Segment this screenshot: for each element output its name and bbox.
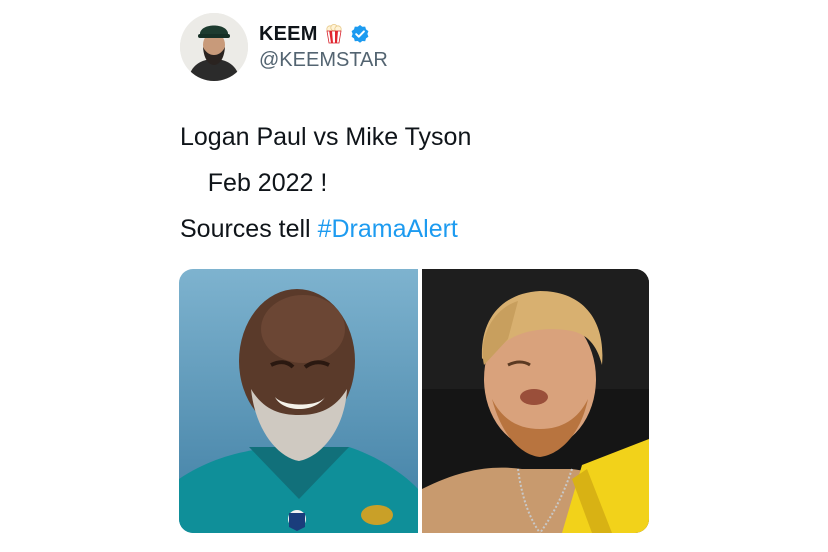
tweet-text: Logan Paul vs Mike Tyson Feb 2022 ! Sour…: [180, 114, 471, 252]
tweet-line-2: Feb 2022 !: [180, 169, 328, 197]
tweet-line-3: Sources tell #DramaAlert: [180, 206, 471, 252]
hashtag-link[interactable]: #DramaAlert: [318, 215, 458, 243]
tweet-line-3-text: Sources tell: [180, 215, 318, 243]
media-image-1[interactable]: [179, 269, 418, 533]
media-grid: [179, 269, 649, 533]
blond-fighter-photo: [422, 269, 649, 533]
author-avatar[interactable]: [180, 13, 248, 81]
author-name-row[interactable]: KEEM: [259, 20, 370, 48]
author-name[interactable]: KEEM: [259, 23, 318, 46]
avatar-image: [180, 13, 248, 81]
verified-icon: [350, 24, 370, 44]
tweet-line-1: Logan Paul vs Mike Tyson: [180, 123, 472, 151]
author-handle[interactable]: @KEEMSTAR: [259, 49, 388, 72]
tweet: KEEM @KEEMSTAR Logan Paul vs Mike Tyson …: [0, 0, 828, 552]
popcorn-icon: [324, 23, 344, 44]
smiling-boxer-photo: [179, 269, 418, 533]
media-image-2[interactable]: [422, 269, 649, 533]
